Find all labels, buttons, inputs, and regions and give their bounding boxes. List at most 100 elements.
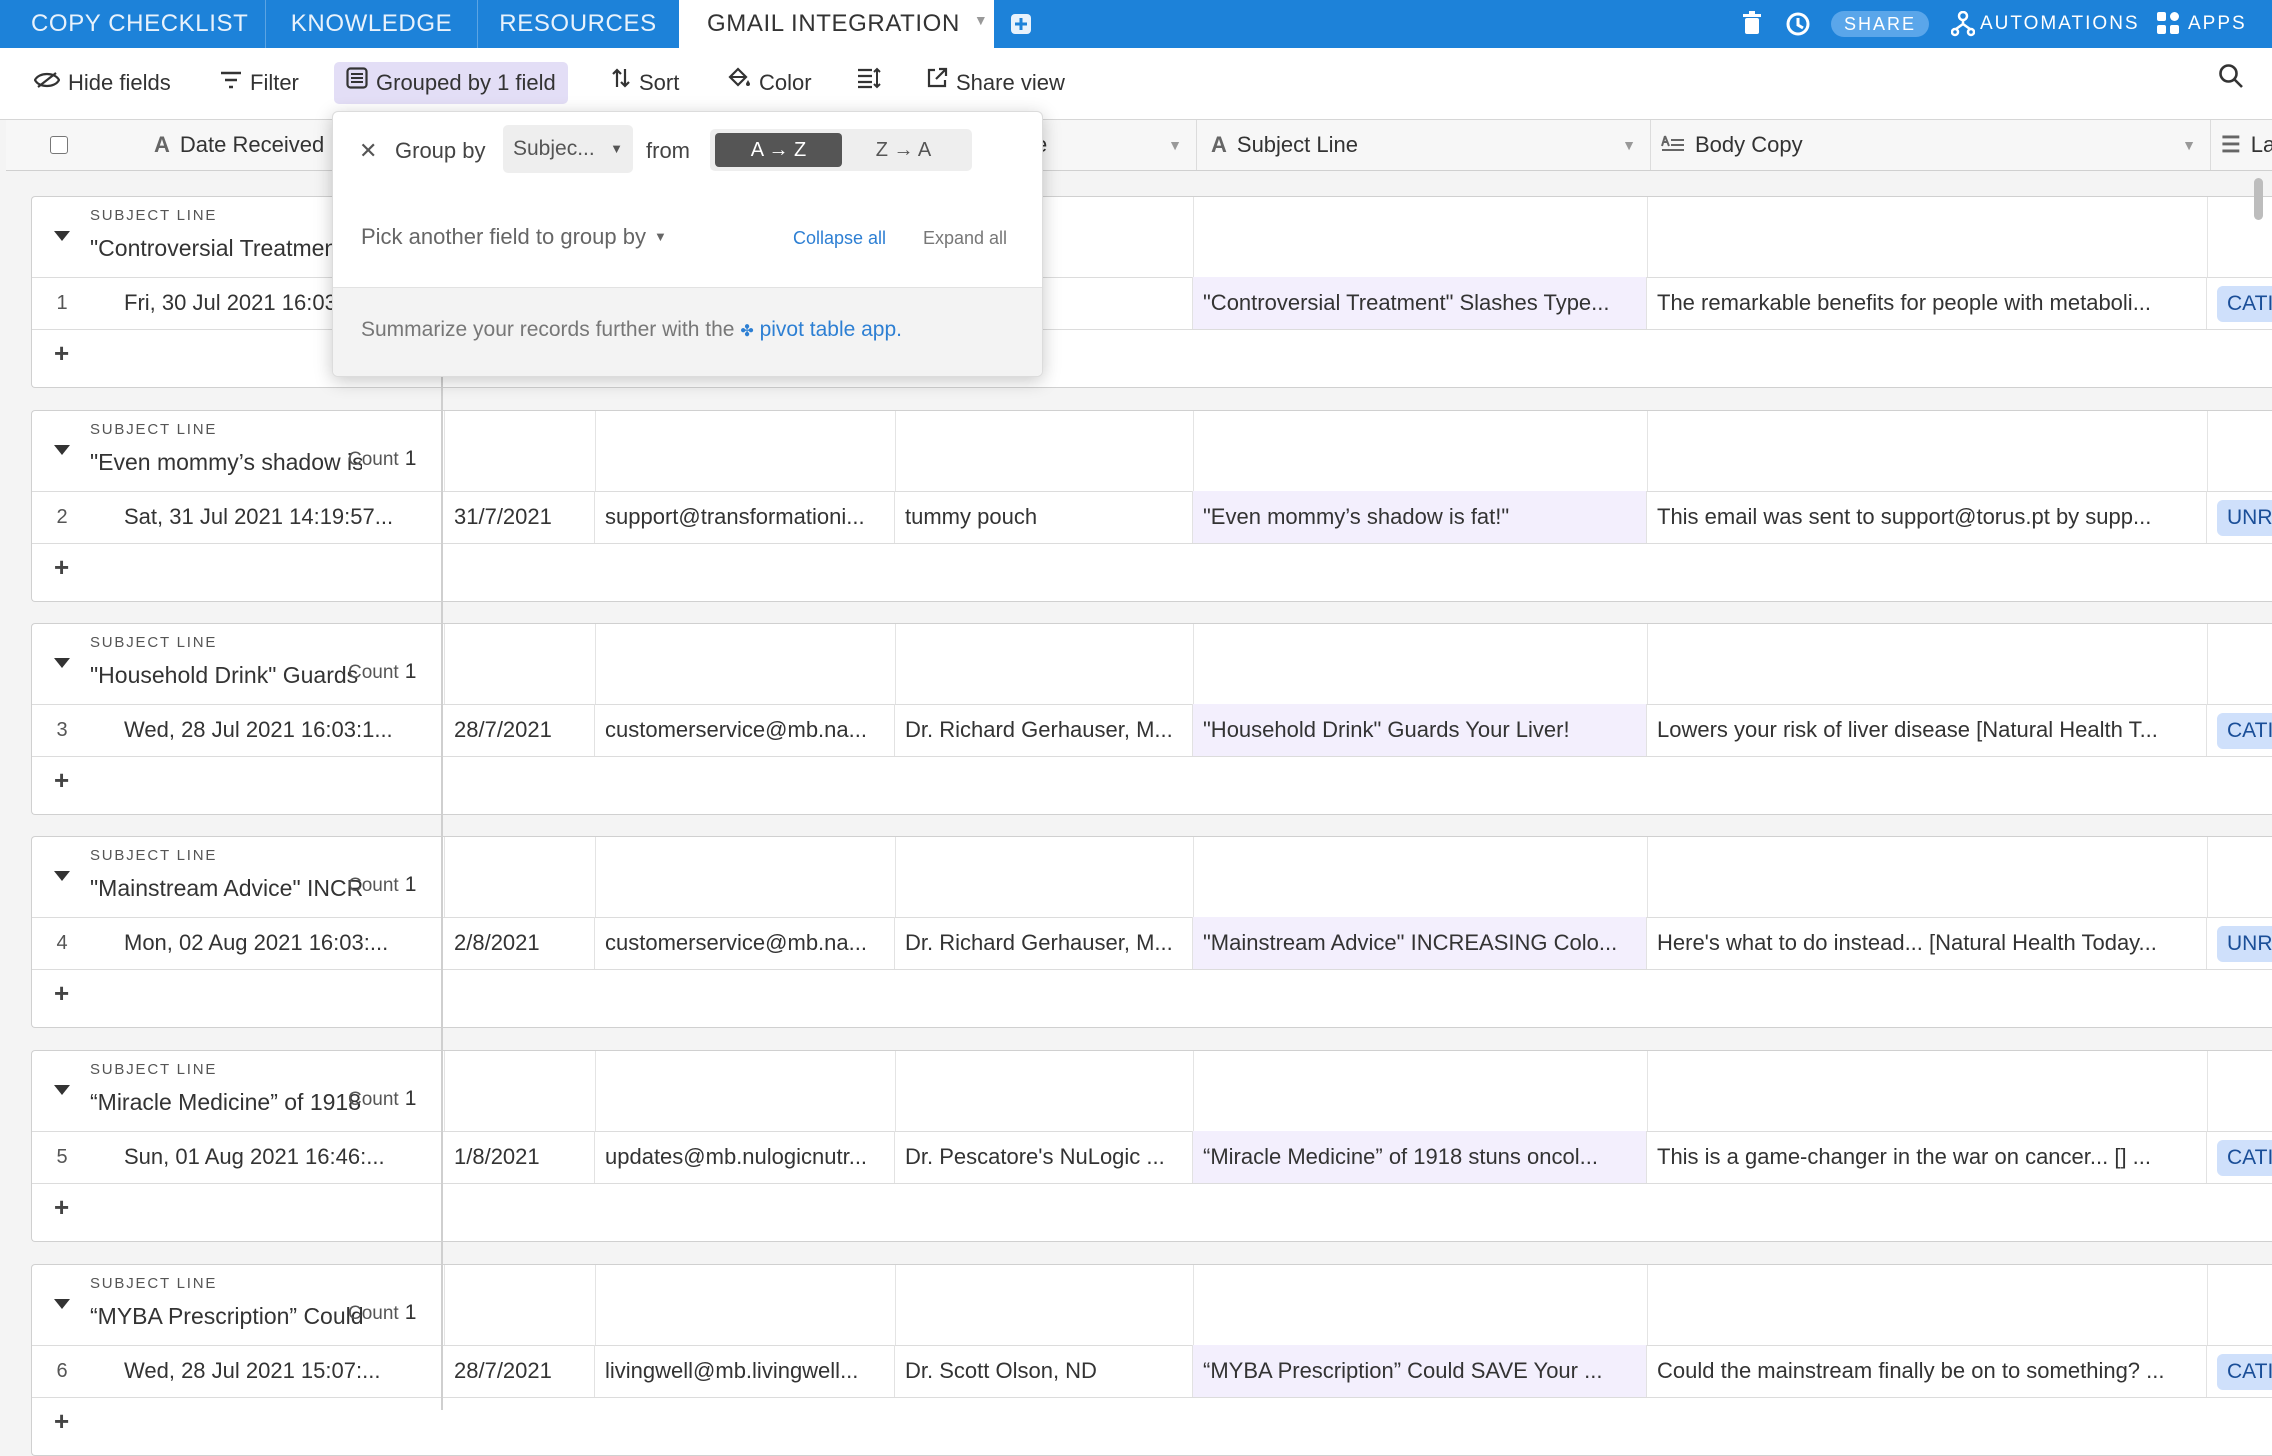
pick-another-field-button[interactable]: Pick another field to group by ▼: [361, 224, 667, 250]
cell-date[interactable]: Sun, 01 Aug 2021 16:46:...: [32, 1131, 442, 1183]
add-record-plus-icon[interactable]: +: [54, 1192, 69, 1223]
cell-body[interactable]: This is a game-changer in the war on can…: [1647, 1131, 2207, 1183]
column-header-label[interactable]: ☰ La: [2211, 120, 2272, 170]
sort-descending-option[interactable]: Z → A: [840, 133, 967, 167]
cell-body[interactable]: The remarkable benefits for people with …: [1647, 277, 2207, 329]
cell-label[interactable]: CATI: [2207, 704, 2272, 756]
sort-button[interactable]: Sort: [611, 62, 679, 104]
table-row[interactable]: 5 Sun, 01 Aug 2021 16:46:... 1/8/2021 updat…: [32, 1131, 2272, 1184]
collapse-group-triangle-icon[interactable]: [54, 1299, 70, 1309]
add-record-row[interactable]: +: [32, 544, 2272, 599]
cell-sender[interactable]: Dr. Pescatore's NuLogic ...: [895, 1131, 1193, 1183]
cell-email[interactable]: customerservice@mb.na...: [595, 704, 895, 756]
cell-sender[interactable]: Dr. Richard Gerhauser, M...: [895, 704, 1193, 756]
group-header[interactable]: SUBJECT LINE "Household Drink" Guards You…: [32, 624, 2272, 705]
cell-sender[interactable]: tummy pouch: [895, 491, 1193, 543]
cell-day[interactable]: 2/8/2021: [444, 917, 595, 969]
collapse-group-triangle-icon[interactable]: [54, 231, 70, 241]
group-field-select[interactable]: Subjec... ▼: [503, 125, 633, 173]
apps-button[interactable]: APPS: [2188, 0, 2247, 48]
cell-email[interactable]: livingwell@mb.livingwell...: [595, 1345, 895, 1397]
group-header[interactable]: SUBJECT LINE "Mainstream Advice" INCREASI…: [32, 837, 2272, 918]
group-header[interactable]: SUBJECT LINE “MYBA Prescription” Could SA…: [32, 1265, 2272, 1346]
cell-subject[interactable]: “MYBA Prescription” Could SAVE Your ...: [1193, 1345, 1647, 1397]
cell-label[interactable]: UNR: [2207, 917, 2272, 969]
cell-day[interactable]: 28/7/2021: [444, 1345, 595, 1397]
cell-day[interactable]: 31/7/2021: [444, 491, 595, 543]
tab-resources[interactable]: RESOURCES: [477, 0, 679, 48]
select-all-checkbox[interactable]: [50, 136, 68, 154]
cell-label[interactable]: CATI: [2207, 277, 2272, 329]
cell-body[interactable]: Here's what to do instead... [Natural He…: [1647, 917, 2207, 969]
add-record-plus-icon[interactable]: +: [54, 765, 69, 796]
cell-sender[interactable]: Dr. Richard Gerhauser, M...: [895, 917, 1193, 969]
collapse-group-triangle-icon[interactable]: [54, 658, 70, 668]
cell-label[interactable]: CATI: [2207, 1131, 2272, 1183]
tab-copy-checklist[interactable]: COPY CHECKLIST: [0, 0, 266, 48]
table-row[interactable]: 6 Wed, 28 Jul 2021 15:07:... 28/7/2021 livi…: [32, 1345, 2272, 1398]
column-header-subject-line[interactable]: A Subject Line ▼: [1197, 120, 1651, 170]
expand-all-link[interactable]: Expand all: [923, 228, 1007, 249]
cell-email[interactable]: support@transformationi...: [595, 491, 895, 543]
add-table-icon[interactable]: [1009, 12, 1033, 40]
cell-subject[interactable]: "Even mommy’s shadow is fat!": [1193, 491, 1647, 543]
group-header[interactable]: SUBJECT LINE “Miracle Medicine” of 1918 s…: [32, 1051, 2272, 1132]
tab-dropdown-caret-icon[interactable]: ▼: [974, 12, 988, 28]
remove-grouping-close-icon[interactable]: ✕: [359, 138, 377, 164]
share-view-button[interactable]: Share view: [926, 62, 1065, 104]
chevron-down-icon[interactable]: ▼: [1168, 120, 1182, 170]
cell-label[interactable]: UNR: [2207, 491, 2272, 543]
column-header-sender[interactable]: e▼: [1035, 120, 1197, 170]
color-button[interactable]: Color: [727, 62, 812, 104]
table-row[interactable]: 4 Mon, 02 Aug 2021 16:03:... 2/8/2021 custo…: [32, 917, 2272, 970]
filter-button[interactable]: Filter: [220, 62, 299, 104]
hide-fields-button[interactable]: Hide fields: [33, 62, 171, 104]
cell-day[interactable]: 28/7/2021: [444, 704, 595, 756]
cell-email[interactable]: customerservice@mb.na...: [595, 917, 895, 969]
cell-label[interactable]: CATI: [2207, 1345, 2272, 1397]
add-record-row[interactable]: +: [32, 1184, 2272, 1239]
cell-sender[interactable]: Dr. Scott Olson, ND: [895, 1345, 1193, 1397]
add-record-row[interactable]: +: [32, 1398, 2272, 1453]
table-row[interactable]: 2 Sat, 31 Jul 2021 14:19:57... 31/7/2021 su…: [32, 491, 2272, 544]
table-row[interactable]: 3 Wed, 28 Jul 2021 16:03:1... 28/7/2021 cus…: [32, 704, 2272, 757]
collapse-all-link[interactable]: Collapse all: [793, 228, 886, 249]
column-header-body-copy[interactable]: Body Copy ▼: [1651, 120, 2211, 170]
cell-body[interactable]: Could the mainstream finally be on to so…: [1647, 1345, 2207, 1397]
group-button[interactable]: Grouped by 1 field: [334, 62, 568, 104]
automations-button[interactable]: AUTOMATIONS: [1980, 0, 2140, 48]
tab-gmail-integration[interactable]: GMAIL INTEGRATION ▼: [679, 0, 994, 48]
cell-day[interactable]: 1/8/2021: [444, 1131, 595, 1183]
cell-subject[interactable]: “Miracle Medicine” of 1918 stuns oncol..…: [1193, 1131, 1647, 1183]
cell-subject[interactable]: "Mainstream Advice" INCREASING Colo...: [1193, 917, 1647, 969]
collapse-group-triangle-icon[interactable]: [54, 871, 70, 881]
row-height-button[interactable]: [857, 62, 889, 104]
pivot-table-link[interactable]: ✤ pivot table app.: [740, 318, 902, 341]
cell-body[interactable]: This email was sent to support@torus.pt …: [1647, 491, 2207, 543]
cell-date[interactable]: Wed, 28 Jul 2021 16:03:1...: [32, 704, 442, 756]
search-button[interactable]: [2218, 62, 2252, 104]
cell-date[interactable]: Wed, 28 Jul 2021 15:07:...: [32, 1345, 442, 1397]
add-record-plus-icon[interactable]: +: [54, 1406, 69, 1437]
add-record-plus-icon[interactable]: +: [54, 338, 69, 369]
cell-body[interactable]: Lowers your risk of liver disease [Natur…: [1647, 704, 2207, 756]
collapse-group-triangle-icon[interactable]: [54, 445, 70, 455]
share-button[interactable]: SHARE: [1831, 11, 1929, 37]
add-record-plus-icon[interactable]: +: [54, 978, 69, 1009]
collapse-group-triangle-icon[interactable]: [54, 1085, 70, 1095]
add-record-plus-icon[interactable]: +: [54, 552, 69, 583]
vertical-scrollbar[interactable]: [2254, 178, 2263, 220]
add-record-row[interactable]: +: [32, 757, 2272, 812]
trash-icon[interactable]: [1741, 10, 1763, 38]
cell-date[interactable]: Mon, 02 Aug 2021 16:03:...: [32, 917, 442, 969]
cell-date[interactable]: Sat, 31 Jul 2021 14:19:57...: [32, 491, 442, 543]
cell-subject[interactable]: "Controversial Treatment" Slashes Type..…: [1193, 277, 1647, 329]
sort-ascending-option[interactable]: A → Z: [715, 133, 842, 167]
history-icon[interactable]: [1784, 10, 1812, 38]
add-record-row[interactable]: +: [32, 970, 2272, 1025]
group-header[interactable]: SUBJECT LINE "Even mommy’s shadow is fat!…: [32, 411, 2272, 492]
cell-email[interactable]: updates@mb.nulogicnutr...: [595, 1131, 895, 1183]
chevron-down-icon[interactable]: ▼: [1622, 120, 1636, 170]
chevron-down-icon[interactable]: ▼: [2182, 120, 2196, 170]
tab-knowledge[interactable]: KNOWLEDGE: [266, 0, 478, 48]
